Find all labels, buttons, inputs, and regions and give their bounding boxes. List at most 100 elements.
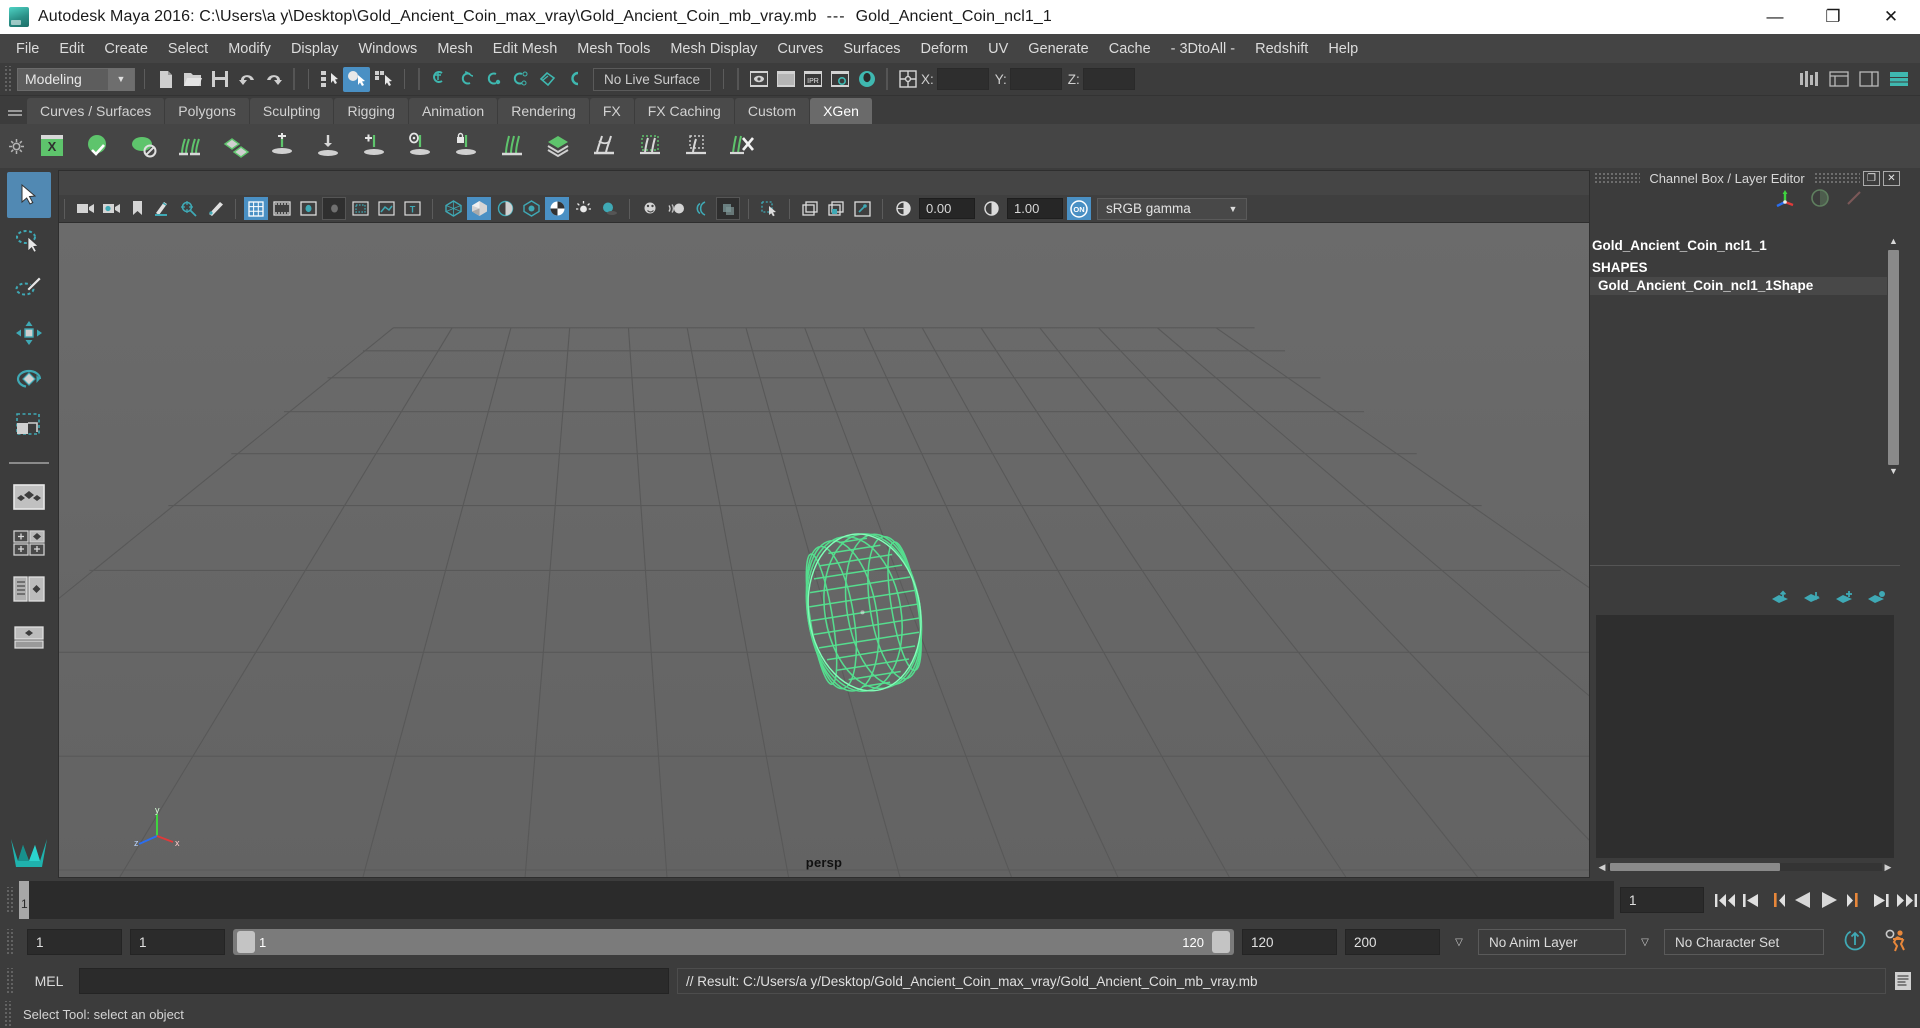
- panel-undock-icon[interactable]: ❐: [1863, 170, 1880, 186]
- panel-close-icon[interactable]: ✕: [1883, 170, 1900, 186]
- menu-edit-mesh[interactable]: Edit Mesh: [483, 37, 567, 61]
- command-input-field[interactable]: [79, 968, 669, 994]
- go-to-end-icon[interactable]: [1894, 886, 1920, 914]
- coord-y-field[interactable]: [1009, 68, 1062, 90]
- shelf-tab-fx[interactable]: FX: [589, 98, 635, 124]
- scroll-down-icon[interactable]: ▼: [1889, 466, 1898, 479]
- current-frame-field[interactable]: 1: [1620, 887, 1704, 913]
- show-hide-attribute-editor-icon[interactable]: [1825, 67, 1852, 92]
- go-to-start-icon[interactable]: [1712, 886, 1738, 914]
- shelf-tab-curves-surfaces[interactable]: Curves / Surfaces: [27, 98, 166, 124]
- layer-list-horizontal-scrollbar[interactable]: ◀ ▶: [1596, 860, 1894, 874]
- command-line-grip[interactable]: [5, 968, 15, 994]
- command-language-label[interactable]: MEL: [19, 973, 79, 989]
- toggle-xray-joints-icon[interactable]: [374, 197, 398, 220]
- multisample-aa-icon[interactable]: [690, 197, 714, 220]
- move-layer-up-icon[interactable]: [1770, 589, 1790, 611]
- range-start-handle[interactable]: [237, 931, 255, 953]
- xgen-duplicate-description-icon[interactable]: [167, 126, 213, 166]
- shelf-tab-sculpting[interactable]: Sculpting: [249, 98, 335, 124]
- menu-redshift[interactable]: Redshift: [1245, 37, 1318, 61]
- range-slider-bar[interactable]: 1 120: [233, 929, 1234, 955]
- snap-to-view-planes-icon[interactable]: [534, 67, 561, 92]
- no-manipulator-icon[interactable]: [1844, 188, 1864, 213]
- menu-display[interactable]: Display: [281, 37, 349, 61]
- use-default-material-icon[interactable]: [519, 197, 543, 220]
- anim-layer-chevron-icon[interactable]: ▽: [1448, 937, 1470, 948]
- xgen-delete-description-icon[interactable]: [719, 126, 765, 166]
- step-back-frame-icon[interactable]: [1764, 886, 1790, 914]
- character-set-dropdown[interactable]: No Character Set: [1664, 929, 1824, 955]
- xgen-density-mask-icon[interactable]: [627, 126, 673, 166]
- show-hide-modeling-toolkit-icon[interactable]: [1795, 67, 1822, 92]
- render-sequence-icon[interactable]: [772, 67, 799, 92]
- menu-help[interactable]: Help: [1318, 37, 1368, 61]
- render-view-icon[interactable]: [745, 67, 772, 92]
- layout-outliner-persp-icon[interactable]: [7, 566, 51, 612]
- channel-box-scrollbar[interactable]: ▲ ▼: [1887, 236, 1900, 536]
- snap-to-grid-icon[interactable]: [426, 67, 453, 92]
- xgen-add-groom-icon[interactable]: [259, 126, 305, 166]
- step-forward-frame-icon[interactable]: [1842, 886, 1868, 914]
- anim-end-time-field[interactable]: 200: [1345, 929, 1440, 955]
- scroll-up-icon[interactable]: ▲: [1889, 236, 1898, 249]
- range-end-handle[interactable]: [1212, 931, 1230, 953]
- menu-modify[interactable]: Modify: [218, 37, 281, 61]
- maximize-icon[interactable]: ❐: [1804, 0, 1862, 34]
- snap-to-curve-icon[interactable]: [453, 67, 480, 92]
- toggle-xray-icon[interactable]: [348, 197, 372, 220]
- menu-surfaces[interactable]: Surfaces: [833, 37, 910, 61]
- xgen-groom-density-icon[interactable]: [305, 126, 351, 166]
- hypershade-icon[interactable]: [853, 67, 880, 92]
- gamma-icon[interactable]: [979, 197, 1003, 220]
- toggle-film-gate-icon[interactable]: [270, 197, 294, 220]
- scroll-left-icon[interactable]: ◀: [1596, 862, 1608, 873]
- create-layer-from-selection-icon[interactable]: [1866, 590, 1886, 611]
- play-forwards-icon[interactable]: [1816, 886, 1842, 914]
- coord-z-field[interactable]: [1082, 68, 1135, 90]
- menu-set-dropdown[interactable]: Modeling ▼: [17, 67, 135, 91]
- menu-file[interactable]: File: [6, 37, 49, 61]
- select-by-component-type-icon[interactable]: [370, 67, 397, 92]
- step-forward-key-icon[interactable]: [1868, 886, 1894, 914]
- xgen-add-clump-icon[interactable]: [351, 126, 397, 166]
- xgen-import-archive-icon[interactable]: [213, 126, 259, 166]
- shelf-tab-xgen[interactable]: XGen: [810, 98, 873, 124]
- animation-preferences-icon[interactable]: [1884, 927, 1910, 958]
- rotate-tool-icon[interactable]: [7, 356, 51, 402]
- channel-box-shape-name[interactable]: Gold_Ancient_Coin_ncl1_1Shape: [1590, 277, 1887, 295]
- depth-of-field-icon[interactable]: [716, 197, 740, 220]
- motion-blur-icon[interactable]: [664, 197, 688, 220]
- lasso-tool-icon[interactable]: [7, 218, 51, 264]
- create-new-layer-icon[interactable]: [1834, 590, 1854, 611]
- shelf-handle-icon[interactable]: [3, 98, 27, 124]
- shelf-options-gear-icon[interactable]: [3, 126, 29, 166]
- auto-keyframe-toggle-icon[interactable]: [1842, 927, 1868, 958]
- move-tool-icon[interactable]: [7, 310, 51, 356]
- step-back-key-icon[interactable]: [1738, 886, 1764, 914]
- character-set-chevron-icon[interactable]: ▽: [1634, 937, 1656, 948]
- menu-curves[interactable]: Curves: [767, 37, 833, 61]
- scroll-right-icon[interactable]: ▶: [1882, 862, 1894, 873]
- menu-edit[interactable]: Edit: [49, 37, 94, 61]
- toggle-grid-icon[interactable]: [244, 197, 268, 220]
- select-tool-icon[interactable]: [7, 172, 51, 218]
- hscroll-track[interactable]: [1608, 863, 1882, 871]
- image-plane-icon[interactable]: [151, 197, 175, 220]
- xgen-collection-icon[interactable]: [535, 126, 581, 166]
- minimize-icon[interactable]: —: [1746, 0, 1804, 34]
- show-hide-tool-settings-icon[interactable]: [1855, 67, 1882, 92]
- manipulator-axis-icon[interactable]: [1774, 188, 1796, 213]
- anim-layer-dropdown[interactable]: No Anim Layer: [1478, 929, 1626, 955]
- smooth-shaded-icon[interactable]: [467, 197, 491, 220]
- new-scene-icon[interactable]: [152, 67, 179, 92]
- layout-single-perspective-icon[interactable]: [7, 474, 51, 520]
- shelf-tab-custom[interactable]: Custom: [734, 98, 811, 124]
- playback-start-time-field[interactable]: 1: [130, 929, 225, 955]
- scale-tool-icon[interactable]: [7, 402, 51, 448]
- menu-deform[interactable]: Deform: [911, 37, 979, 61]
- toggle-image-based-lighting-icon[interactable]: [798, 197, 822, 220]
- xgen-disable-description-icon[interactable]: [121, 126, 167, 166]
- time-slider-grip[interactable]: [5, 887, 15, 913]
- bookmarks-icon[interactable]: [125, 197, 149, 220]
